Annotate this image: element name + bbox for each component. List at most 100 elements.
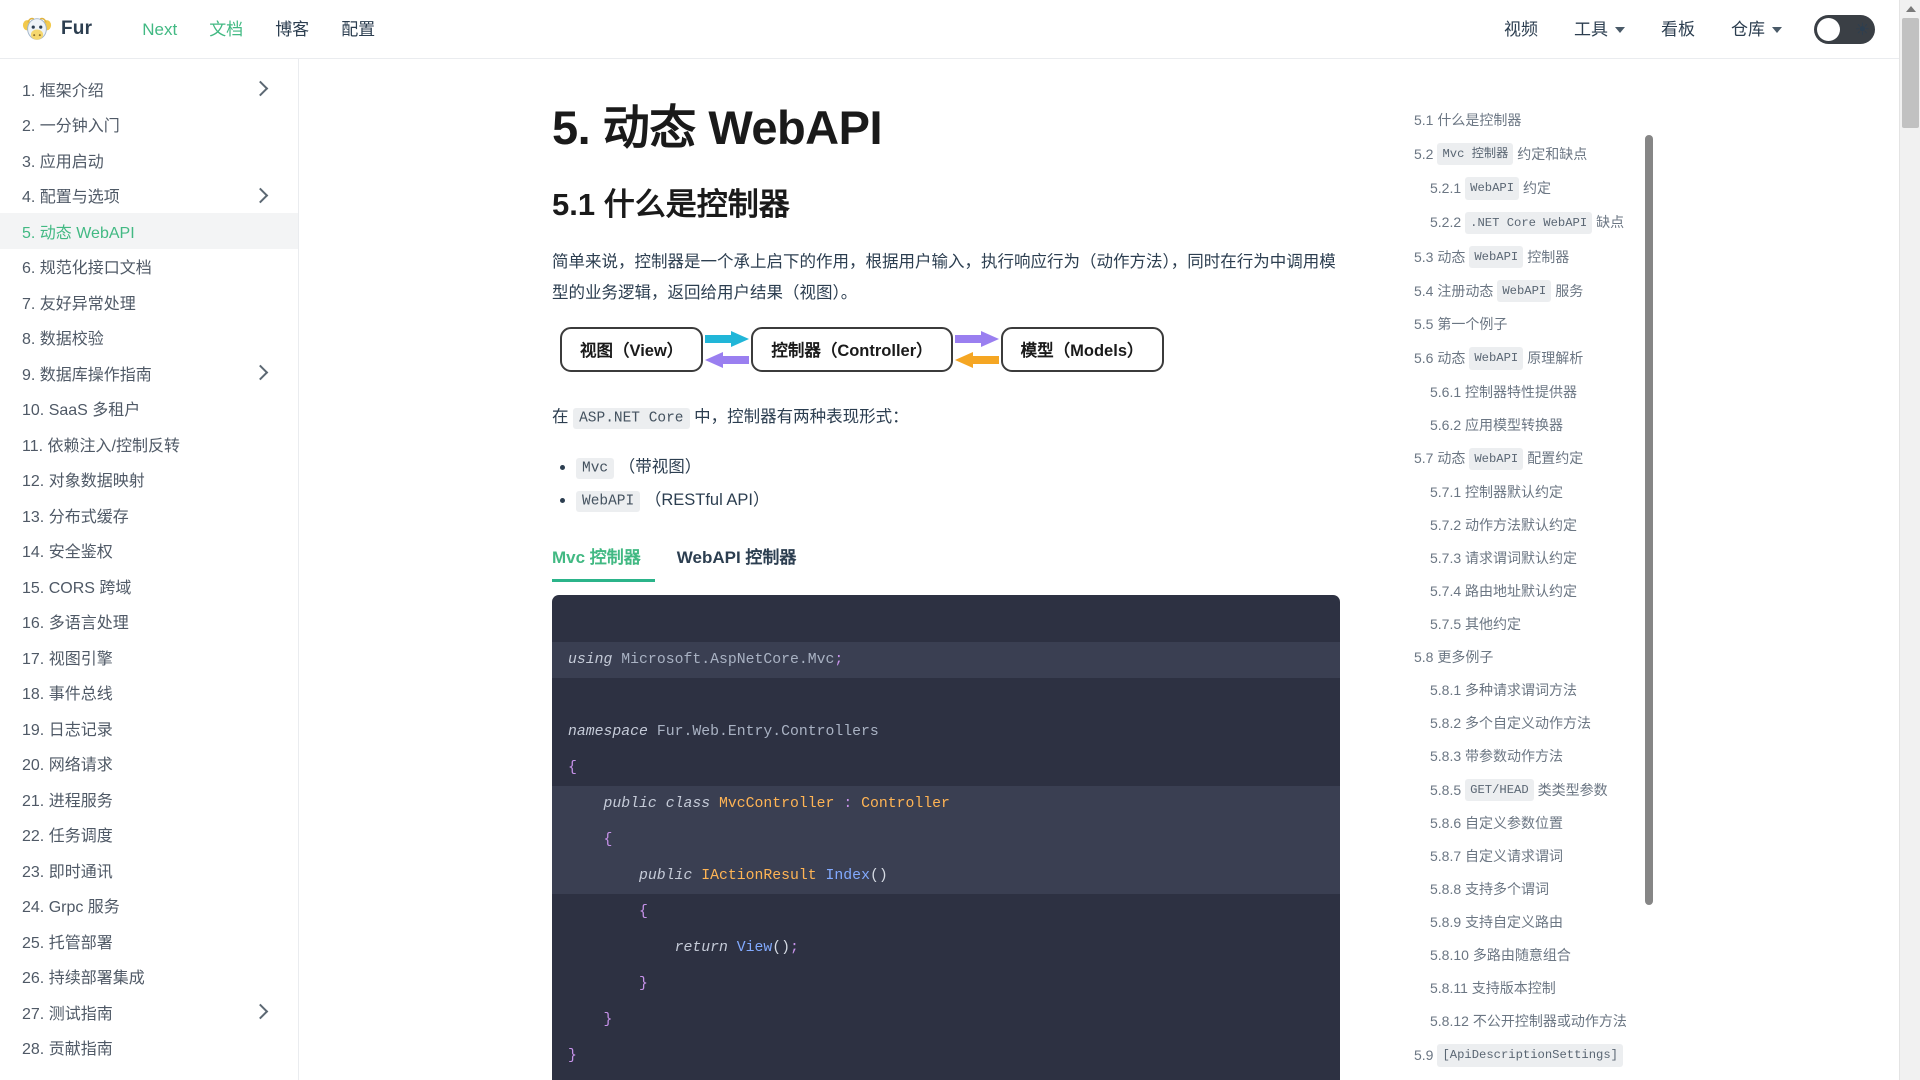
left-sidebar[interactable]: 1. 框架介绍 2. 一分钟入门 3. 应用启动 4. 配置与选项 5. 动态 WebA… bbox=[0, 59, 299, 1080]
sidebar-item-14[interactable]: 14. 安全鉴权 bbox=[0, 533, 298, 569]
sidebar-item-28[interactable]: 28. 贡献指南 bbox=[0, 1030, 298, 1066]
nav-link-repo[interactable]: 仓库 bbox=[1713, 0, 1800, 59]
toc-item-30[interactable]: 5.9.1 内置配置 bbox=[1400, 1073, 1670, 1080]
theme-toggle[interactable]: ☀ bbox=[1814, 14, 1875, 44]
toc-item-17[interactable]: 5.8 更多例子 bbox=[1400, 641, 1670, 674]
sidebar-item-19[interactable]: 19. 日志记录 bbox=[0, 710, 298, 746]
tab-webapi-controller[interactable]: WebAPI 控制器 bbox=[677, 543, 811, 582]
sidebar-item-8[interactable]: 8. 数据校验 bbox=[0, 320, 298, 356]
toc-item-7-text-0: 5.5 第一个例子 bbox=[1414, 316, 1508, 333]
toc-item-3-text-2: 约定 bbox=[1523, 179, 1552, 196]
nav-link-board[interactable]: 看板 bbox=[1643, 0, 1713, 59]
arrow-left-purple-icon bbox=[705, 351, 750, 368]
toc-item-19[interactable]: 5.8.2 多个自定义动作方法 bbox=[1400, 707, 1670, 740]
sidebar-item-13[interactable]: 13. 分布式缓存 bbox=[0, 497, 298, 533]
toc-item-25[interactable]: 5.8.9 支持自定义路由 bbox=[1400, 906, 1670, 939]
sidebar-item-label: 5. 动态 WebAPI bbox=[22, 224, 135, 242]
chevron-right-icon[interactable] bbox=[252, 364, 269, 381]
nav-link-video-label: 视频 bbox=[1504, 19, 1538, 39]
sidebar-item-27[interactable]: 27. 测试指南 bbox=[0, 994, 298, 1030]
browser-scrollbar-thumb[interactable] bbox=[1902, 18, 1919, 128]
toc-item-3[interactable]: 5.2.1 WebAPI 约定 bbox=[1400, 171, 1670, 205]
toc-item-9-text-0: 5.6.1 控制器特性提供器 bbox=[1430, 383, 1578, 400]
toc-item-13-text-0: 5.7.2 动作方法默认约定 bbox=[1430, 517, 1578, 534]
toc-item-29-code-1: [ApiDescriptionSettings] bbox=[1437, 1044, 1623, 1067]
sidebar-item-9[interactable]: 9. 数据库操作指南 bbox=[0, 355, 298, 391]
chevron-right-icon[interactable] bbox=[252, 80, 269, 97]
diagram-box-models: 模型（Models） bbox=[1000, 326, 1164, 372]
nav-link-tools[interactable]: 工具 bbox=[1556, 0, 1643, 59]
sidebar-item-7[interactable]: 7. 友好异常处理 bbox=[0, 284, 298, 320]
brand[interactable]: Fur bbox=[22, 14, 92, 44]
table-of-contents[interactable]: 5.1 什么是控制器 5.2 Mvc 控制器 约定和缺点 5.2.1 WebAPI … bbox=[1400, 59, 1670, 1080]
nav-link-docs[interactable]: 文档 bbox=[193, 0, 259, 59]
toc-item-28[interactable]: 5.8.12 不公开控制器或动作方法 bbox=[1400, 1005, 1670, 1038]
tab-mvc-controller[interactable]: Mvc 控制器 bbox=[552, 543, 655, 582]
nav-link-blog[interactable]: 博客 bbox=[259, 0, 325, 59]
toc-item-27[interactable]: 5.8.11 支持版本控制 bbox=[1400, 972, 1670, 1005]
sidebar-item-22[interactable]: 22. 任务调度 bbox=[0, 817, 298, 853]
sidebar-item-15[interactable]: 15. CORS 跨域 bbox=[0, 568, 298, 604]
toc-item-15[interactable]: 5.7.4 路由地址默认约定 bbox=[1400, 575, 1670, 608]
sidebar-item-18[interactable]: 18. 事件总线 bbox=[0, 675, 298, 711]
toc-item-11-text-0: 5.7 动态 bbox=[1414, 450, 1466, 467]
toc-item-14-text-0: 5.7.3 请求谓词默认约定 bbox=[1430, 550, 1578, 567]
toc-scrollbar-thumb[interactable] bbox=[1645, 135, 1653, 905]
sidebar-item-26[interactable]: 26. 持续部署集成 bbox=[0, 959, 298, 995]
chevron-right-icon[interactable] bbox=[252, 1003, 269, 1020]
toc-scrollbar-track[interactable] bbox=[1645, 123, 1653, 1013]
toc-item-21[interactable]: 5.8.5 GET/HEAD 类类型参数 bbox=[1400, 773, 1670, 807]
toc-item-29[interactable]: 5.9 [ApiDescriptionSettings] bbox=[1400, 1038, 1670, 1072]
toc-item-16[interactable]: 5.7.5 其他约定 bbox=[1400, 608, 1670, 641]
sidebar-item-5[interactable]: 5. 动态 WebAPI bbox=[0, 213, 298, 249]
sidebar-item-2[interactable]: 2. 一分钟入门 bbox=[0, 107, 298, 143]
toc-item-24[interactable]: 5.8.8 支持多个谓词 bbox=[1400, 873, 1670, 906]
nav-link-config[interactable]: 配置 bbox=[325, 0, 391, 59]
toc-item-4[interactable]: 5.2.2 .NET Core WebAPI 缺点 bbox=[1400, 206, 1670, 240]
toc-item-20[interactable]: 5.8.3 带参数动作方法 bbox=[1400, 740, 1670, 773]
browser-scrollbar[interactable] bbox=[1899, 0, 1920, 1080]
sidebar-item-24[interactable]: 24. Grpc 服务 bbox=[0, 888, 298, 924]
toc-item-1[interactable]: 5.1 什么是控制器 bbox=[1400, 104, 1670, 137]
sidebar-item-17[interactable]: 17. 视图引擎 bbox=[0, 639, 298, 675]
sidebar-item-20[interactable]: 20. 网络请求 bbox=[0, 746, 298, 782]
toc-item-13[interactable]: 5.7.2 动作方法默认约定 bbox=[1400, 509, 1670, 542]
toc-item-10[interactable]: 5.6.2 应用模型转换器 bbox=[1400, 409, 1670, 442]
sidebar-item-25[interactable]: 25. 托管部署 bbox=[0, 923, 298, 959]
sidebar-item-label: 11. 依赖注入/控制反转 bbox=[22, 437, 180, 455]
sidebar-item-16[interactable]: 16. 多语言处理 bbox=[0, 604, 298, 640]
code-block-mvc-controller[interactable]: using Microsoft.AspNetCore.Mvc; namespac… bbox=[552, 594, 1340, 1080]
sidebar-item-23[interactable]: 23. 即时通讯 bbox=[0, 852, 298, 888]
sidebar-item-21[interactable]: 21. 进程服务 bbox=[0, 781, 298, 817]
toc-item-2[interactable]: 5.2 Mvc 控制器 约定和缺点 bbox=[1400, 137, 1670, 171]
sidebar-item-3[interactable]: 3. 应用启动 bbox=[0, 142, 298, 178]
toc-item-12[interactable]: 5.7.1 控制器默认约定 bbox=[1400, 476, 1670, 509]
toc-item-26-text-0: 5.8.10 多路由随意组合 bbox=[1430, 947, 1571, 964]
sidebar-item-4[interactable]: 4. 配置与选项 bbox=[0, 178, 298, 214]
toc-item-4-text-2: 缺点 bbox=[1596, 214, 1625, 231]
sidebar-item-12[interactable]: 12. 对象数据映射 bbox=[0, 462, 298, 498]
scroll-up-arrow-icon[interactable] bbox=[1906, 6, 1916, 12]
toc-item-26[interactable]: 5.8.10 多路由随意组合 bbox=[1400, 939, 1670, 972]
toc-item-23[interactable]: 5.8.7 自定义请求谓词 bbox=[1400, 840, 1670, 873]
toc-item-2-text-2: 约定和缺点 bbox=[1517, 145, 1588, 162]
toc-item-5[interactable]: 5.3 动态 WebAPI 控制器 bbox=[1400, 240, 1670, 274]
sidebar-item-1[interactable]: 1. 框架介绍 bbox=[0, 71, 298, 107]
toc-item-9[interactable]: 5.6.1 控制器特性提供器 bbox=[1400, 376, 1670, 409]
toc-item-18[interactable]: 5.8.1 多种请求谓词方法 bbox=[1400, 674, 1670, 707]
chevron-right-icon[interactable] bbox=[252, 187, 269, 204]
sidebar-item-11[interactable]: 11. 依赖注入/控制反转 bbox=[0, 426, 298, 462]
nav-link-repo-label: 仓库 bbox=[1731, 19, 1765, 39]
sidebar-item-10[interactable]: 10. SaaS 多租户 bbox=[0, 391, 298, 427]
toc-item-7[interactable]: 5.5 第一个例子 bbox=[1400, 308, 1670, 341]
nav-link-next[interactable]: Next bbox=[126, 0, 193, 59]
toc-item-22[interactable]: 5.8.6 自定义参数位置 bbox=[1400, 807, 1670, 840]
toc-item-8[interactable]: 5.6 动态 WebAPI 原理解析 bbox=[1400, 341, 1670, 375]
toc-item-14[interactable]: 5.7.3 请求谓词默认约定 bbox=[1400, 542, 1670, 575]
toc-item-6[interactable]: 5.4 注册动态 WebAPI 服务 bbox=[1400, 274, 1670, 308]
sidebar-item-label: 18. 事件总线 bbox=[22, 686, 113, 704]
nav-link-video[interactable]: 视频 bbox=[1486, 0, 1556, 59]
toc-item-11[interactable]: 5.7 动态 WebAPI 配置约定 bbox=[1400, 442, 1670, 476]
controller-forms-list: Mvc （带视图） WebAPI （RESTful API） bbox=[552, 451, 1340, 517]
sidebar-item-6[interactable]: 6. 规范化接口文档 bbox=[0, 249, 298, 285]
